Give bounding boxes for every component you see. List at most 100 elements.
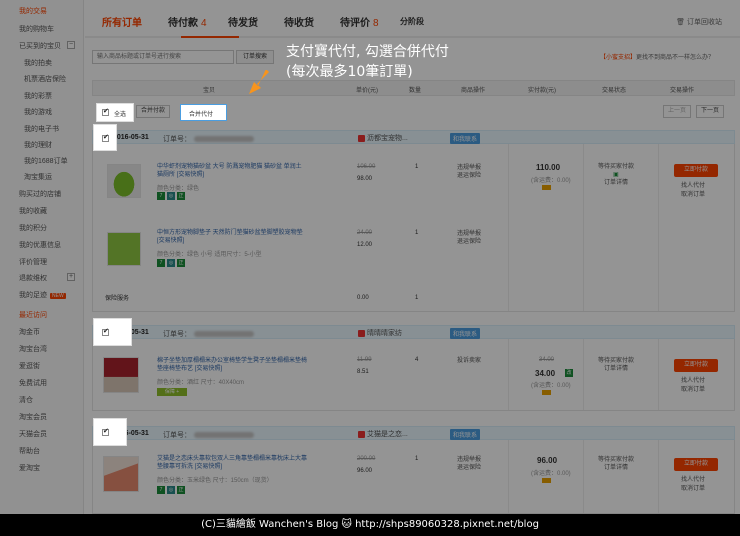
trade-status: 等待买家付款 订单详情 [598, 357, 634, 373]
sidebar-item-taiwan[interactable]: 淘宝台湾 [19, 344, 47, 354]
pay-now-button[interactable]: 立即付款 [674, 458, 718, 471]
sidebar-item-travel[interactable]: 机票酒店保险 [24, 74, 66, 84]
col-item: 宝贝 [203, 88, 216, 94]
order-3-checkbox[interactable] [102, 427, 109, 436]
find-proxy-payer-link[interactable]: 找人代付 [681, 377, 705, 386]
sidebar-item-refunds[interactable]: 退款维权 [19, 273, 47, 283]
find-proxy-payer-link[interactable]: 找人代付 [681, 182, 705, 191]
contact-seller-button[interactable]: 和我联系 [450, 429, 481, 440]
sidebar-item-points[interactable]: 我的积分 [19, 223, 47, 233]
sidebar-item-clearance[interactable]: 清仓 [19, 395, 33, 405]
divider [508, 144, 509, 311]
shop-name[interactable]: 晴晴晴家纺 [358, 328, 402, 338]
expand-refunds-icon[interactable]: + [67, 273, 75, 281]
order-detail-link[interactable]: 订单详情 [598, 464, 634, 472]
return-insurance-link[interactable]: 退运保险 [457, 172, 481, 180]
pay-now-button[interactable]: 立即付款 [674, 359, 718, 372]
col-unit-price: 单价(元) [356, 88, 378, 94]
col-trade-ops: 交易操作 [670, 88, 695, 94]
contact-seller-button[interactable]: 和我联系 [450, 133, 481, 144]
product-title[interactable]: 中华虾剂宠物猫砂盆 大号 防溅宠物肥猫 猫砂盆 单润土 猫厕所 [交易快照] [157, 163, 307, 179]
order-detail-link[interactable]: 订单详情 [598, 365, 634, 373]
help-tip[interactable]: 【小蜜支招】更找不到商品不一样怎么办？ [600, 52, 714, 61]
product-title[interactable]: 中恒方形宠物脚垫子 天然防门垫猫砂盆垫脚塑胶宠物垫 [交易快照] [157, 229, 307, 245]
tab-pending-review[interactable]: 待评价 8 [340, 14, 379, 29]
report-link[interactable]: 违规举报 [457, 456, 481, 464]
expand-bought-icon[interactable]: − [67, 41, 75, 49]
shop-name[interactable]: 艾猫是之恋... [358, 429, 408, 439]
cancel-order-link[interactable]: 取消订单 [681, 386, 705, 395]
product-thumbnail[interactable] [103, 456, 139, 492]
product-thumbnail[interactable] [107, 164, 141, 198]
sidebar-item-cart[interactable]: 我的购物车 [19, 24, 54, 34]
item-ops: 违规举报 退运保险 [457, 230, 481, 246]
shipping-fee: (含运费：0.00) [531, 178, 571, 184]
authentic-icon: 正 [177, 486, 185, 494]
shop-name[interactable]: 沥都宝宠物... [358, 133, 408, 143]
pay-now-button[interactable]: 立即付款 [674, 164, 718, 177]
trade-actions: 找人代付 取消订单 [681, 182, 705, 200]
sidebar-item-favorites[interactable]: 我的收藏 [19, 206, 47, 216]
sidebar-item-coupons[interactable]: 我的优惠信息 [19, 240, 61, 250]
sidebar-item-footprint[interactable]: 我的足迹 NEW [19, 290, 66, 300]
contact-seller-button[interactable]: 和我联系 [450, 328, 481, 339]
sidebar-item-member[interactable]: 淘宝会员 [19, 412, 47, 422]
tab-pending-shipment[interactable]: 待发货 [228, 14, 258, 29]
prev-page-button[interactable]: 上一页 [663, 105, 692, 118]
sidebar-item-games[interactable]: 我的游戏 [24, 107, 52, 117]
order-detail-link[interactable]: 订单详情 [598, 179, 634, 187]
merge-proxy-button[interactable]: 合并代付 [180, 104, 227, 121]
status-text: 等待买家付款 [598, 358, 635, 364]
cancel-order-link[interactable]: 取消订单 [681, 485, 705, 494]
col-status[interactable]: 交易状态 [602, 85, 626, 94]
order-date: 2016-05-31 [113, 134, 149, 141]
tab-pending-receipt[interactable]: 待收货 [284, 14, 314, 29]
sidebar-item-bought[interactable]: 已买到的宝贝 [19, 41, 61, 51]
tab-staged[interactable]: 分阶段 [400, 16, 424, 27]
status-text: 等待买家付款 [598, 164, 635, 170]
order-2-checkbox[interactable] [102, 327, 109, 336]
sidebar-item-auction[interactable]: 我的拍卖 [24, 58, 52, 68]
tab-pending-payment[interactable]: 待付款 4 [168, 14, 207, 29]
order-1-checkbox[interactable] [102, 133, 109, 142]
unit-price: 98.00 [357, 176, 373, 182]
product-thumbnail[interactable] [103, 357, 139, 393]
recycle-bin-link[interactable]: 🗑 订单回收站 [676, 17, 722, 27]
next-page-button[interactable]: 下一页 [696, 105, 725, 118]
sidebar-item-finance[interactable]: 我的理财 [24, 140, 52, 150]
find-proxy-payer-link[interactable]: 找人代付 [681, 476, 705, 485]
sidebar-item-reviews[interactable]: 评价管理 [19, 257, 47, 267]
sidebar-item-lottery[interactable]: 我的彩票 [24, 91, 52, 101]
divider [583, 339, 584, 410]
product-title[interactable]: 棉子坐垫加厚榻榻米办公室椅垫学生凳子坐垫榻榻米垫椅垫座椅垫布艺 [交易快照] [157, 357, 307, 373]
complain-seller-link[interactable]: 投诉卖家 [457, 357, 481, 365]
sidebar-item-ebooks[interactable]: 我的电子书 [24, 124, 59, 134]
sidebar-item-ai-taobao[interactable]: 爱淘宝 [19, 463, 40, 473]
original-price: 11.99 [357, 357, 372, 363]
return-insurance-link[interactable]: 退运保险 [457, 464, 481, 472]
tab-all-orders[interactable]: 所有订单 [102, 14, 142, 29]
col-quantity: 数量 [409, 88, 422, 94]
cancel-order-link[interactable]: 取消订单 [681, 191, 705, 200]
seven-day-return-icon: 7 [157, 192, 165, 200]
sidebar-item-consolidation[interactable]: 淘宝集运 [24, 172, 52, 182]
product-thumbnail[interactable] [107, 232, 141, 266]
product-title[interactable]: 艾猫是之恋床头靠软包双人三角靠垫榻榻米靠枕床上大靠垫腰靠可拆洗 [交易快照] [157, 455, 307, 471]
report-link[interactable]: 违规举报 [457, 164, 481, 172]
sidebar-item-shops[interactable]: 购买过的店铺 [19, 189, 61, 199]
sidebar-item-tmall[interactable]: 天猫会员 [19, 429, 47, 439]
sidebar-item-coins[interactable]: 淘金币 [19, 327, 40, 337]
order-search-button[interactable]: 订单搜索 [236, 50, 274, 64]
sidebar-item-shopping[interactable]: 爱逛街 [19, 361, 40, 371]
sidebar-item-trial[interactable]: 免费试用 [19, 378, 47, 388]
order-search-input[interactable] [92, 50, 234, 64]
shop-label: 艾猫是之恋... [367, 431, 408, 438]
annotation-line-2: (每次最多10筆訂單) [286, 64, 413, 80]
item-ops: 投诉卖家 [457, 357, 481, 365]
select-all-checkbox[interactable] [102, 107, 109, 116]
report-link[interactable]: 违规举报 [457, 230, 481, 238]
sidebar-item-1688[interactable]: 我的1688订单 [24, 156, 68, 166]
merge-pay-button[interactable]: 合并付款 [136, 105, 171, 118]
return-insurance-link[interactable]: 退运保险 [457, 238, 481, 246]
sidebar-item-help[interactable]: 帮助台 [19, 446, 40, 456]
